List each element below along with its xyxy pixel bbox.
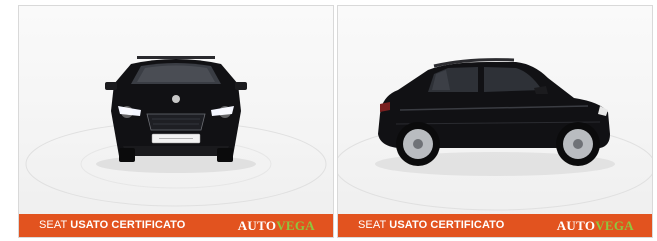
autovega-logo: AUTOVEGA <box>238 214 315 237</box>
gallery-image-side[interactable]: SEAT USATO CERTIFICATO AUTOVEGA <box>337 5 653 238</box>
car-photo-front <box>19 6 333 215</box>
logo-part1: AUTO <box>556 218 596 233</box>
brand-name: SEAT <box>39 219 68 231</box>
certified-banner: SEAT USATO CERTIFICATO AUTOVEGA <box>19 214 333 237</box>
autovega-logo: AUTOVEGA <box>557 214 634 237</box>
certified-label: USATO CERTIFICATO <box>70 219 186 231</box>
certified-banner: SEAT USATO CERTIFICATO AUTOVEGA <box>338 214 652 237</box>
certified-label: USATO CERTIFICATO <box>389 219 505 231</box>
logo-part1: AUTO <box>237 218 277 233</box>
gallery-image-front[interactable]: SEAT USATO CERTIFICATO AUTOVEGA <box>18 5 334 238</box>
banner-brand-text: SEAT USATO CERTIFICATO <box>358 214 504 237</box>
logo-part2: VEGA <box>595 218 634 233</box>
banner-brand-text: SEAT USATO CERTIFICATO <box>39 214 185 237</box>
brand-name: SEAT <box>358 219 387 231</box>
image-gallery: SEAT USATO CERTIFICATO AUTOVEGA SEAT USA… <box>0 0 657 241</box>
logo-part2: VEGA <box>276 218 315 233</box>
car-photo-side <box>338 6 652 215</box>
